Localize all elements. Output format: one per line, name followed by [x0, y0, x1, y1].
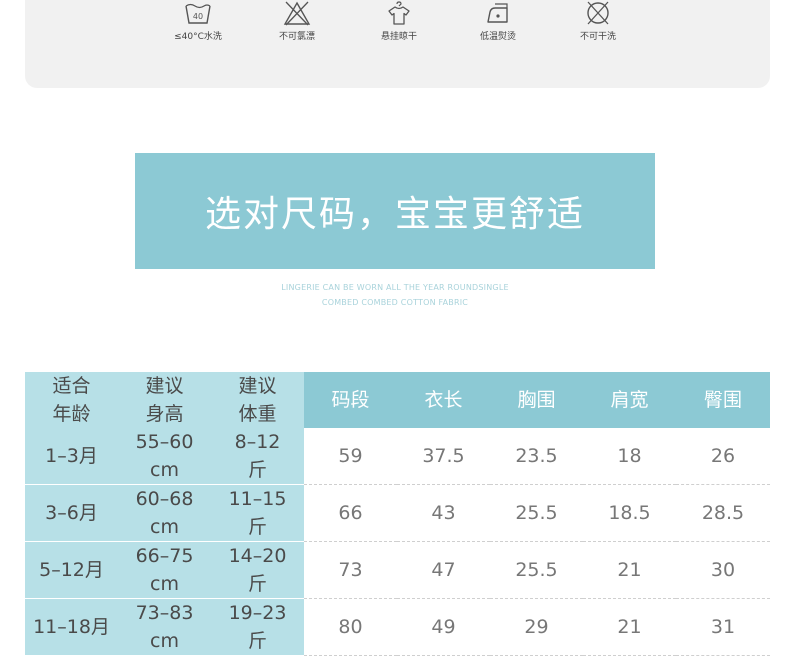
cell-chest: 29 [490, 598, 583, 656]
cell-weight: 11–15 斤 [211, 484, 304, 542]
cell-weight: 19–23 斤 [211, 598, 304, 656]
table-row: 5–12月 66–75 cm 14–20 斤 73 47 25.5 21 30 [25, 541, 770, 599]
cell-height: 66–75 cm [118, 541, 211, 599]
care-label-hang: 悬挂晾干 [380, 32, 417, 42]
care-item-hang: 悬挂晾干 [354, 0, 444, 42]
cell-age: 1–3月 [25, 428, 118, 485]
cell-size: 80 [304, 598, 397, 656]
cell-length: 43 [397, 484, 490, 542]
table-header-row: 适合 年龄 建议 身高 建议 体重 码段 衣长 胸围 肩宽 臀围 [25, 372, 770, 428]
table-row: 1–3月 55–60 cm 8–12 斤 59 37.5 23.5 18 26 [25, 428, 770, 485]
wash-40-icon: 40 [185, 3, 211, 24]
cell-shoulder: 21 [583, 541, 676, 599]
wash-temp-text: 40 [193, 12, 203, 21]
cell-age: 5–12月 [25, 541, 118, 599]
cell-weight: 14–20 斤 [211, 541, 304, 599]
low-iron-icon [487, 3, 508, 23]
cell-length: 47 [397, 541, 490, 599]
care-label-iron: 低温熨烫 [479, 32, 516, 42]
cell-chest: 23.5 [490, 428, 583, 485]
care-item-bleach: 不可氯漂 [252, 0, 342, 42]
care-item-wash: 40 ≤40°C水洗 [153, 0, 243, 42]
cell-height: 73–83 cm [118, 598, 211, 656]
cell-shoulder: 18.5 [583, 484, 676, 542]
banner-subtitle-line-1: LINGERIE CAN BE WORN ALL THE YEAR ROUNDS… [281, 283, 509, 292]
cell-age: 3–6月 [25, 484, 118, 542]
cell-hip: 30 [676, 541, 770, 599]
size-table: 适合 年龄 建议 身高 建议 体重 码段 衣长 胸围 肩宽 臀围 1–3月 55… [25, 372, 770, 656]
cell-length: 49 [397, 598, 490, 656]
cell-size: 59 [304, 428, 397, 485]
cell-hip: 31 [676, 598, 770, 656]
header-age: 适合 年龄 [25, 372, 118, 428]
cell-age: 11–18月 [25, 598, 118, 656]
cell-chest: 25.5 [490, 484, 583, 542]
header-length: 衣长 [397, 372, 490, 428]
care-item-dryclean: 不可干洗 [553, 0, 643, 42]
cell-size: 73 [304, 541, 397, 599]
cell-hip: 26 [676, 428, 770, 485]
care-label-wash: ≤40°C水洗 [174, 32, 222, 42]
banner-subtitle-line-2: COMBED COMBED COTTON FABRIC [321, 298, 469, 307]
size-banner: 选对尺码，宝宝更舒适 [135, 153, 655, 269]
care-item-iron: 低温熨烫 [453, 0, 543, 42]
no-dry-clean-icon [587, 1, 609, 25]
header-shoulder: 肩宽 [583, 372, 676, 428]
cell-height: 55–60 cm [118, 428, 211, 485]
table-row: 3–6月 60–68 cm 11–15 斤 66 43 25.5 18.5 28.5 [25, 484, 770, 542]
table-row: 11–18月 73–83 cm 19–23 斤 80 49 29 21 31 [25, 598, 770, 656]
care-label-bleach: 不可氯漂 [278, 32, 315, 42]
hang-dry-icon [388, 1, 410, 25]
care-label-dryclean: 不可干洗 [579, 32, 616, 42]
banner-title: 选对尺码，宝宝更舒适 [204, 194, 585, 235]
cell-chest: 25.5 [490, 541, 583, 599]
header-chest: 胸围 [490, 372, 583, 428]
header-hip: 臀围 [676, 372, 770, 428]
header-height: 建议 身高 [118, 372, 211, 428]
no-bleach-icon [283, 1, 311, 26]
header-weight: 建议 体重 [211, 372, 304, 428]
cell-shoulder: 21 [583, 598, 676, 656]
cell-hip: 28.5 [676, 484, 770, 542]
cell-height: 60–68 cm [118, 484, 211, 542]
care-instructions-panel: 40 ≤40°C水洗 不可氯漂 悬挂晾干 低温熨烫 不可干洗 [25, 0, 770, 88]
cell-weight: 8–12 斤 [211, 428, 304, 485]
header-size: 码段 [304, 372, 397, 428]
cell-length: 37.5 [397, 428, 490, 485]
cell-size: 66 [304, 484, 397, 542]
cell-shoulder: 18 [583, 428, 676, 485]
